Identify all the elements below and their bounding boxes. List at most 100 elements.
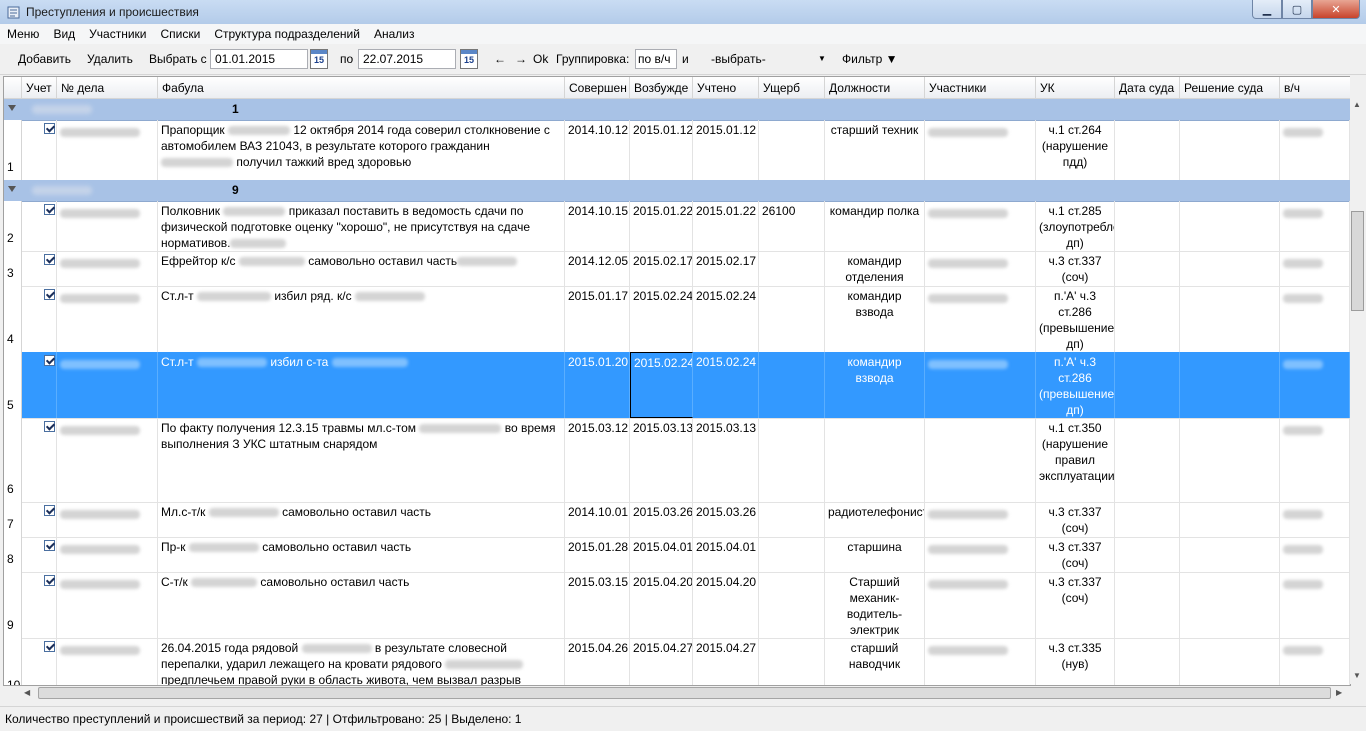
cell-position[interactable] xyxy=(825,418,925,502)
cell-account[interactable] xyxy=(22,537,57,572)
cell-accounted[interactable]: 2015.04.27 xyxy=(693,638,759,685)
maximize-button[interactable]: ▢ xyxy=(1282,0,1312,19)
cell-account[interactable] xyxy=(22,120,57,180)
scroll-down-icon[interactable]: ▼ xyxy=(1353,671,1361,680)
header-unit[interactable]: в/ч xyxy=(1280,77,1350,98)
cell-uk[interactable]: п.'А' ч.3 ст.286 (превышение дп) xyxy=(1036,286,1115,352)
cell-committed[interactable]: 2015.03.15 xyxy=(565,572,630,638)
cell-case-number[interactable] xyxy=(57,537,158,572)
cell-case-number[interactable] xyxy=(57,418,158,502)
scroll-left-icon[interactable]: ◀ xyxy=(24,688,30,697)
cell-unit[interactable] xyxy=(1280,418,1350,502)
cell-participants[interactable] xyxy=(925,120,1036,180)
cell-damage[interactable] xyxy=(759,572,825,638)
cell-court_date[interactable] xyxy=(1115,502,1180,537)
account-checkbox[interactable] xyxy=(44,505,55,516)
cell-court_date[interactable] xyxy=(1115,572,1180,638)
cell-uk[interactable]: ч.3 ст.335 (нув) xyxy=(1036,638,1115,685)
cell-court_date[interactable] xyxy=(1115,251,1180,286)
cell-participants[interactable] xyxy=(925,572,1036,638)
collapse-arrow-icon[interactable] xyxy=(8,105,16,111)
header-court-decision[interactable]: Решение суда xyxy=(1180,77,1280,98)
row-header[interactable]: 9 xyxy=(4,572,22,638)
scroll-up-icon[interactable]: ▲ xyxy=(1353,100,1361,109)
cell-account[interactable] xyxy=(22,502,57,537)
date-from-input[interactable]: 01.01.2015 xyxy=(210,49,308,69)
cell-court_decision[interactable] xyxy=(1180,418,1280,502)
cell-case-number[interactable] xyxy=(57,572,158,638)
cell-position[interactable]: старший наводчик xyxy=(825,638,925,685)
cell-unit[interactable] xyxy=(1280,286,1350,352)
cell-position[interactable]: командир взвода xyxy=(825,352,925,418)
cell-committed[interactable]: 2015.01.28 xyxy=(565,537,630,572)
account-checkbox[interactable] xyxy=(44,575,55,586)
header-case-number[interactable]: № дела xyxy=(57,77,158,98)
cell-unit[interactable] xyxy=(1280,251,1350,286)
cell-committed[interactable]: 2015.01.17 xyxy=(565,286,630,352)
cell-participants[interactable] xyxy=(925,638,1036,685)
cell-damage[interactable] xyxy=(759,286,825,352)
cell-account[interactable] xyxy=(22,201,57,251)
menu-main[interactable]: Меню xyxy=(0,27,46,41)
cell-case-number[interactable] xyxy=(57,352,158,418)
account-checkbox[interactable] xyxy=(44,254,55,265)
row-header[interactable]: 7 xyxy=(4,502,22,537)
cell-unit[interactable] xyxy=(1280,120,1350,180)
cell-fabula[interactable]: Мл.с-т/к самовольно оставил часть xyxy=(158,502,565,537)
cell-accounted[interactable]: 2015.01.12 xyxy=(693,120,759,180)
cell-case-number[interactable] xyxy=(57,201,158,251)
cell-court_date[interactable] xyxy=(1115,352,1180,418)
cell-initiated[interactable]: 2015.01.12 xyxy=(630,120,693,180)
cell-fabula[interactable]: Ст.л-т избил ряд. к/с xyxy=(158,286,565,352)
cell-committed[interactable]: 2014.10.01 xyxy=(565,502,630,537)
cell-initiated[interactable]: 2015.02.24 xyxy=(630,286,693,352)
table-row[interactable]: 1 Прапорщик 12 октября 2014 года соверил … xyxy=(4,120,1350,181)
cell-committed[interactable]: 2014.10.12 xyxy=(565,120,630,180)
ok-button[interactable]: Ok xyxy=(533,52,548,66)
cell-position[interactable]: командир полка xyxy=(825,201,925,251)
group-header[interactable]: 9 xyxy=(4,180,1350,202)
row-header[interactable]: 6 xyxy=(4,418,22,502)
cell-court_date[interactable] xyxy=(1115,120,1180,180)
cell-initiated[interactable]: 2015.04.27 xyxy=(630,638,693,685)
table-row[interactable]: 4 Ст.л-т избил ряд. к/с 2015.01.17 2015.02… xyxy=(4,286,1350,353)
cell-participants[interactable] xyxy=(925,251,1036,286)
cell-case-number[interactable] xyxy=(57,286,158,352)
cell-damage[interactable] xyxy=(759,120,825,180)
account-checkbox[interactable] xyxy=(44,204,55,215)
row-header[interactable]: 4 xyxy=(4,286,22,352)
cell-case-number[interactable] xyxy=(57,120,158,180)
cell-court_decision[interactable] xyxy=(1180,286,1280,352)
cell-unit[interactable] xyxy=(1280,502,1350,537)
cell-court_date[interactable] xyxy=(1115,201,1180,251)
header-initiated[interactable]: Возбужде xyxy=(630,77,693,98)
header-court-date[interactable]: Дата суда xyxy=(1115,77,1180,98)
cell-initiated[interactable]: 2015.04.20 xyxy=(630,572,693,638)
cell-accounted[interactable]: 2015.02.24 xyxy=(693,352,759,418)
header-damage[interactable]: Ущерб xyxy=(759,77,825,98)
menu-lists[interactable]: Списки xyxy=(153,27,207,41)
cell-committed[interactable]: 2014.10.15 xyxy=(565,201,630,251)
table-row[interactable]: 5 Ст.л-т избил с-та 2015.01.20 2015.02.24 2… xyxy=(4,352,1350,419)
cell-uk[interactable]: п.'А' ч.3 ст.286 (превышение дп) xyxy=(1036,352,1115,418)
account-checkbox[interactable] xyxy=(44,641,55,652)
cell-court_decision[interactable] xyxy=(1180,638,1280,685)
cell-accounted[interactable]: 2015.04.01 xyxy=(693,537,759,572)
menu-structure[interactable]: Структура подразделений xyxy=(207,27,367,41)
close-button[interactable]: ✕ xyxy=(1312,0,1360,19)
vertical-scroll-thumb[interactable] xyxy=(1351,211,1364,311)
cell-participants[interactable] xyxy=(925,502,1036,537)
cell-damage[interactable]: 26100 xyxy=(759,201,825,251)
cell-initiated[interactable]: 2015.03.13 xyxy=(630,418,693,502)
cell-account[interactable] xyxy=(22,352,57,418)
cell-fabula[interactable]: Полковник приказал поставить в ведомость… xyxy=(158,201,565,251)
header-positions[interactable]: Должности xyxy=(825,77,925,98)
scroll-right-icon[interactable]: ▶ xyxy=(1336,688,1342,697)
cell-accounted[interactable]: 2015.03.26 xyxy=(693,502,759,537)
cell-damage[interactable] xyxy=(759,638,825,685)
cell-court_decision[interactable] xyxy=(1180,537,1280,572)
minimize-button[interactable]: ▁ xyxy=(1252,0,1282,19)
table-row[interactable]: 9 С-т/к самовольно оставил часть 2015.03.1… xyxy=(4,572,1350,639)
cell-court_date[interactable] xyxy=(1115,418,1180,502)
table-row[interactable]: 2 Полковник приказал поставить в ведомост… xyxy=(4,201,1350,252)
